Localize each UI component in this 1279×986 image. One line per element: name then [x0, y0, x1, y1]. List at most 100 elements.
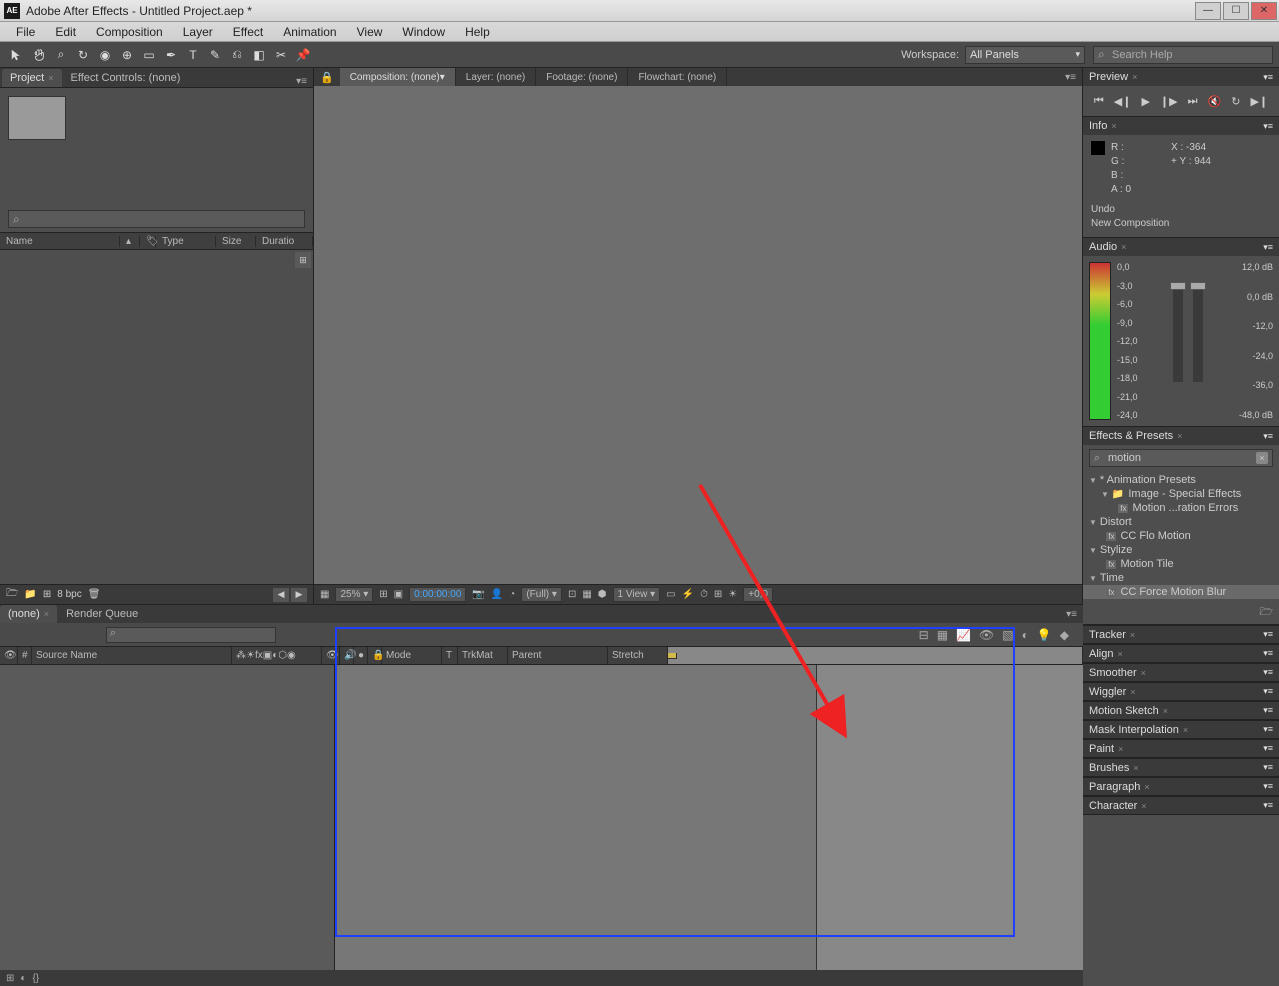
search-help-input[interactable]: Search Help	[1093, 46, 1273, 64]
menu-window[interactable]: Window	[392, 25, 455, 39]
tl-auto-keyframe-icon[interactable]: ◆	[1060, 628, 1069, 642]
puppet-tool-icon[interactable]: 📌	[292, 45, 314, 65]
zoom-tool-icon[interactable]: ⌕	[50, 45, 72, 65]
last-frame-icon[interactable]: ⏭	[1188, 95, 1198, 108]
panel-header-smoother[interactable]: Smoother×▾≡	[1083, 663, 1279, 681]
comp-flowchart-icon[interactable]: ⊞	[714, 589, 722, 600]
clear-search-icon[interactable]: ×	[1256, 452, 1268, 464]
ram-preview-icon[interactable]: ▶❙	[1250, 95, 1268, 108]
tl-frame-blend-icon[interactable]: ▧	[1002, 628, 1013, 642]
menu-edit[interactable]: Edit	[45, 25, 86, 39]
panel-menu-icon[interactable]: ▾≡	[296, 76, 313, 87]
panel-header-mask-interpolation[interactable]: Mask Interpolation×▾≡	[1083, 720, 1279, 738]
brush-tool-icon[interactable]: ✎	[204, 45, 226, 65]
panel-header-motion-sketch[interactable]: Motion Sketch×▾≡	[1083, 701, 1279, 719]
panel-header-paint[interactable]: Paint×▾≡	[1083, 739, 1279, 757]
project-search-input[interactable]	[8, 210, 305, 228]
effects-tree-item[interactable]: fxCC Flo Motion	[1083, 529, 1279, 543]
menu-file[interactable]: File	[6, 25, 45, 39]
menu-effect[interactable]: Effect	[223, 25, 273, 39]
pan-behind-tool-icon[interactable]: ⊕	[116, 45, 138, 65]
tab-footage[interactable]: Footage: (none)	[536, 68, 628, 86]
tab-composition[interactable]: Composition: (none) ▾	[340, 68, 456, 86]
channel-icon[interactable]: ◔	[509, 589, 515, 600]
tl-graph-icon[interactable]: 📈	[956, 628, 971, 642]
resolution-dropdown[interactable]: (Full) ▾	[521, 587, 562, 602]
hand-tool-icon[interactable]	[28, 45, 50, 65]
effects-presets-header[interactable]: Effects & Presets×▾≡	[1083, 427, 1279, 445]
timeline-search[interactable]	[106, 627, 276, 643]
tl-comp-icon[interactable]: ⊟	[919, 628, 929, 642]
tab-layer[interactable]: Layer: (none)	[456, 68, 536, 86]
mute-icon[interactable]: 🔇	[1208, 95, 1222, 108]
first-frame-icon[interactable]: ⏮	[1094, 95, 1104, 108]
toggle-modes-icon[interactable]: ◐	[20, 973, 26, 984]
rotation-tool-icon[interactable]: ↻	[72, 45, 94, 65]
camera-tool-icon[interactable]: ◉	[94, 45, 116, 65]
viewer-lock-icon[interactable]: 🔒	[314, 71, 340, 84]
menu-help[interactable]: Help	[455, 25, 500, 39]
current-time[interactable]: 0:00:00:00	[409, 587, 466, 602]
panel-header-tracker[interactable]: Tracker×▾≡	[1083, 625, 1279, 643]
clone-tool-icon[interactable]: ⎌	[226, 45, 248, 65]
nav-prev-icon[interactable]: ◀	[273, 588, 289, 602]
toggle-switches-icon[interactable]: ⊞	[6, 973, 14, 984]
menu-view[interactable]: View	[347, 25, 393, 39]
info-panel-header[interactable]: Info×▾≡	[1083, 117, 1279, 135]
tl-layer-icon[interactable]: ▦	[937, 628, 948, 642]
prev-frame-icon[interactable]: ◀❙	[1114, 95, 1132, 108]
roi-icon[interactable]: ⊡	[568, 589, 576, 600]
snapshot-icon[interactable]: 📷	[472, 589, 484, 600]
effects-tree-item[interactable]: ▼Stylize	[1083, 543, 1279, 557]
timeline-tab-render-queue[interactable]: Render Queue	[58, 605, 146, 623]
safe-zones-icon[interactable]: ⊞	[379, 589, 387, 600]
panel-header-wiggler[interactable]: Wiggler×▾≡	[1083, 682, 1279, 700]
nav-next-icon[interactable]: ▶	[291, 588, 307, 602]
minimize-button[interactable]: —	[1195, 2, 1221, 20]
preview-panel-header[interactable]: Preview×▾≡	[1083, 68, 1279, 86]
timeline-menu-icon[interactable]: ▾≡	[1066, 609, 1083, 620]
tl-brainstorm-icon[interactable]: 💡	[1037, 628, 1052, 642]
play-icon[interactable]: ▶	[1141, 95, 1149, 108]
grid-toggle-icon[interactable]: ▦	[320, 589, 329, 600]
pixel-aspect-icon[interactable]: ▭	[666, 589, 675, 600]
new-bin-icon[interactable]: 🗁	[1259, 606, 1273, 618]
menu-layer[interactable]: Layer	[173, 25, 223, 39]
new-comp-icon[interactable]: ⊞	[43, 589, 51, 600]
timeline-body[interactable]	[0, 665, 1083, 970]
eraser-tool-icon[interactable]: ◧	[248, 45, 270, 65]
timeline-icon[interactable]: ⏱	[700, 589, 708, 600]
audio-panel-header[interactable]: Audio×▾≡	[1083, 238, 1279, 256]
tab-flowchart[interactable]: Flowchart: (none)	[628, 68, 727, 86]
show-channel-icon[interactable]: 👤	[491, 589, 503, 600]
effects-tree-item[interactable]: ▼* Animation Presets	[1083, 473, 1279, 487]
effects-tree-item[interactable]: fxMotion ...ration Errors	[1083, 501, 1279, 515]
transparency-icon[interactable]: ▦	[582, 589, 591, 600]
loop-icon[interactable]: ↻	[1231, 95, 1240, 108]
mask-toggle-icon[interactable]: ▣	[394, 589, 403, 600]
project-column-headers[interactable]: Name ▴ 🏷 Type Size Duratio	[0, 232, 313, 250]
panel-header-brushes[interactable]: Brushes×▾≡	[1083, 758, 1279, 776]
menu-animation[interactable]: Animation	[273, 25, 346, 39]
timeline-tab-none[interactable]: (none)×	[0, 605, 57, 623]
pen-tool-icon[interactable]: ✒	[160, 45, 182, 65]
panel-header-align[interactable]: Align×▾≡	[1083, 644, 1279, 662]
audio-slider-right[interactable]	[1193, 282, 1203, 382]
effects-tree-item[interactable]: fxMotion Tile	[1083, 557, 1279, 571]
project-items-area[interactable]: ⊞	[0, 250, 313, 584]
workspace-dropdown[interactable]: All Panels	[965, 46, 1085, 64]
effects-tree-item[interactable]: ▼Time	[1083, 571, 1279, 585]
text-tool-icon[interactable]: T	[182, 45, 204, 65]
next-frame-icon[interactable]: ❙▶	[1160, 95, 1178, 108]
effects-tree-item[interactable]: ▼Distort	[1083, 515, 1279, 529]
exposure-icon[interactable]: ☀	[728, 589, 737, 600]
view-layout-dropdown[interactable]: 1 View ▾	[613, 587, 661, 602]
exposure-value[interactable]: +0,0	[743, 587, 773, 602]
interpret-icon[interactable]: 🗁	[6, 586, 18, 603]
new-folder-icon[interactable]: 📁	[24, 589, 36, 600]
menu-composition[interactable]: Composition	[86, 25, 173, 39]
bpc-label[interactable]: 8 bpc	[57, 589, 81, 600]
delete-icon[interactable]: 🗑	[88, 589, 101, 600]
selection-tool-icon[interactable]	[6, 45, 28, 65]
maximize-button[interactable]: ☐	[1223, 2, 1249, 20]
